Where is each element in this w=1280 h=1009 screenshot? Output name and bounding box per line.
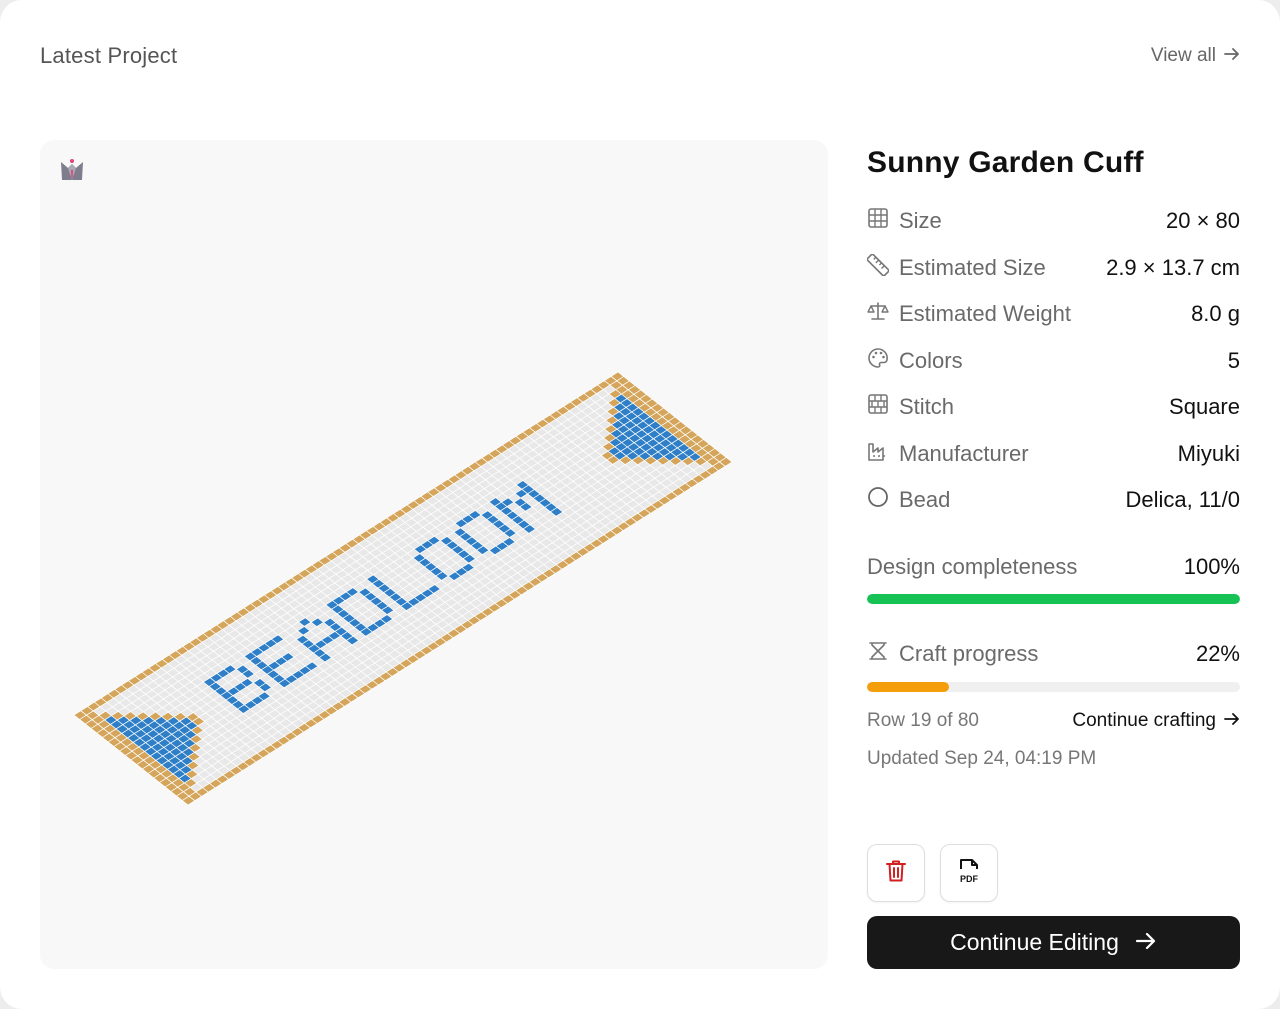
arrow-right-icon bbox=[1224, 45, 1240, 67]
spec-value: Delica, 11/0 bbox=[1125, 487, 1240, 513]
project-title: Sunny Garden Cuff bbox=[867, 146, 1144, 179]
scale-icon bbox=[867, 300, 889, 328]
craft-progress-track bbox=[867, 682, 1240, 692]
arrow-right-icon bbox=[1224, 710, 1240, 732]
spec-value: 5 bbox=[1227, 347, 1240, 373]
pdf-icon-text: PDF bbox=[960, 874, 979, 884]
design-completeness-label: Design completeness bbox=[867, 554, 1078, 579]
spec-row-manufacturer: Manufacturer Miyuki bbox=[867, 431, 1240, 478]
project-info: Sunny Garden Cuff Size 20 × 80 Estimated… bbox=[866, 140, 1240, 524]
craft-progress: Craft progress 22% Row 19 of 80 Continue… bbox=[867, 640, 1240, 732]
continue-editing-label: Continue Editing bbox=[950, 929, 1119, 955]
craft-progress-label: Craft progress bbox=[899, 641, 1039, 666]
continue-editing-button[interactable]: Continue Editing bbox=[867, 916, 1240, 969]
view-all-label: View all bbox=[1150, 45, 1216, 66]
circle-icon bbox=[867, 486, 889, 514]
delete-button[interactable] bbox=[867, 844, 925, 902]
spec-label: Estimated Weight bbox=[899, 301, 1072, 327]
stitch-grid-icon bbox=[867, 393, 889, 421]
spec-row-estimated-weight: Estimated Weight 8.0 g bbox=[867, 291, 1240, 338]
palette-icon bbox=[867, 347, 889, 375]
spec-row-stitch: Stitch Square bbox=[867, 384, 1240, 431]
row-status: Row 19 of 80 bbox=[867, 710, 979, 731]
pattern-preview[interactable] bbox=[40, 140, 828, 969]
spec-label: Bead bbox=[899, 487, 951, 513]
updated-timestamp: Updated Sep 24, 04:19 PM bbox=[867, 748, 1097, 769]
craft-progress-fill bbox=[867, 682, 950, 692]
pdf-file-icon: PDF bbox=[957, 858, 981, 889]
continue-crafting-label: Continue crafting bbox=[1072, 710, 1216, 731]
spec-row-colors: Colors 5 bbox=[867, 338, 1240, 385]
spec-list: Size 20 × 80 Estimated Size 2.9 × 13.7 c… bbox=[866, 198, 1240, 524]
section-title: Latest Project bbox=[40, 43, 178, 68]
spec-value: Miyuki bbox=[1177, 440, 1240, 466]
spec-label: Estimated Size bbox=[899, 254, 1046, 280]
view-all-link[interactable]: View all bbox=[1151, 45, 1240, 67]
continue-crafting-link[interactable]: Continue crafting bbox=[1072, 710, 1240, 732]
design-completeness-value: 100% bbox=[1183, 554, 1240, 579]
grid-icon bbox=[867, 207, 889, 235]
spec-row-estimated-size: Estimated Size 2.9 × 13.7 cm bbox=[866, 245, 1240, 292]
spec-value: 8.0 g bbox=[1191, 301, 1240, 327]
design-completeness-fill bbox=[867, 594, 1240, 604]
trash-icon bbox=[885, 859, 907, 888]
export-pdf-button[interactable]: PDF bbox=[940, 844, 998, 902]
spec-row-size: Size 20 × 80 bbox=[867, 198, 1240, 245]
spec-value: 2.9 × 13.7 cm bbox=[1106, 254, 1240, 280]
latest-project-card: Latest Project View all Sunny Garden Cuf… bbox=[0, 0, 1280, 1009]
factory-icon bbox=[867, 440, 889, 468]
spec-value: 20 × 80 bbox=[1165, 208, 1240, 234]
spec-label: Stitch bbox=[899, 394, 955, 420]
ruler-icon bbox=[866, 253, 890, 282]
spec-value: Square bbox=[1169, 394, 1240, 420]
craft-progress-value: 22% bbox=[1195, 641, 1240, 666]
spec-row-bead: Bead Delica, 11/0 bbox=[867, 477, 1240, 524]
bead-pattern-render bbox=[73, 371, 733, 806]
spool-icon bbox=[867, 640, 889, 668]
design-completeness-track bbox=[867, 594, 1240, 604]
spec-label: Colors bbox=[899, 347, 963, 373]
design-completeness: Design completeness 100% bbox=[867, 554, 1240, 604]
spec-label: Size bbox=[899, 208, 942, 234]
arrow-right-icon bbox=[1135, 929, 1157, 956]
spec-label: Manufacturer bbox=[899, 440, 1029, 466]
